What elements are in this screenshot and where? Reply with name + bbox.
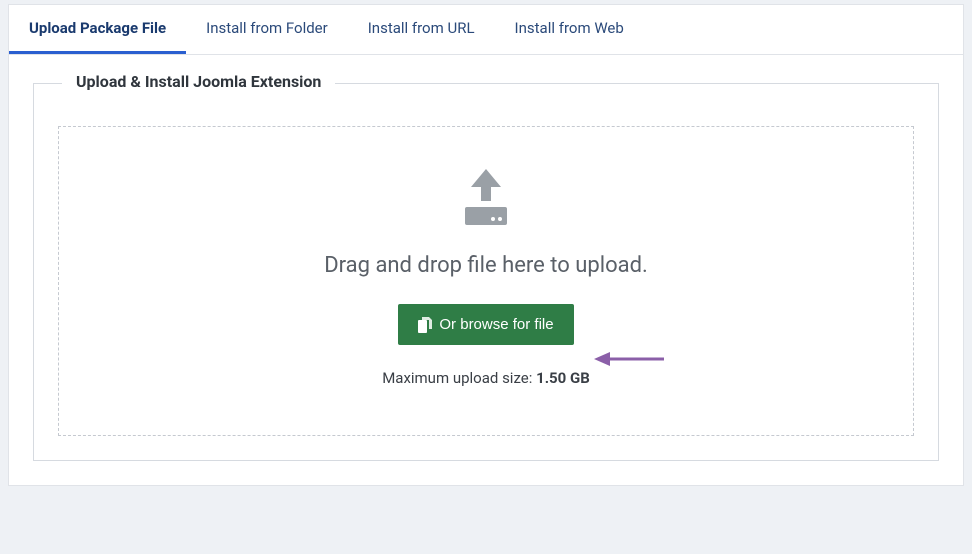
upload-fieldset: Upload & Install Joomla Extension Drag a… (33, 83, 939, 461)
tab-upload-package-file[interactable]: Upload Package File (9, 5, 186, 54)
file-dropzone[interactable]: Drag and drop file here to upload. Or br… (58, 126, 914, 436)
tab-install-from-folder[interactable]: Install from Folder (186, 5, 348, 54)
browse-file-label: Or browse for file (439, 316, 553, 333)
fieldset-legend: Upload & Install Joomla Extension (62, 72, 335, 91)
browse-file-button[interactable]: Or browse for file (398, 304, 573, 345)
upload-icon (453, 169, 519, 231)
tab-install-from-url[interactable]: Install from URL (348, 5, 495, 54)
copy-icon (418, 317, 432, 333)
tab-content: Upload & Install Joomla Extension Drag a… (9, 55, 963, 485)
tab-install-from-web[interactable]: Install from Web (495, 5, 644, 54)
tab-bar: Upload Package File Install from Folder … (9, 5, 963, 55)
install-panel: Upload Package File Install from Folder … (8, 4, 964, 486)
drag-drop-text: Drag and drop file here to upload. (79, 253, 893, 278)
max-upload-size: Maximum upload size: 1.50 GB (79, 369, 893, 387)
